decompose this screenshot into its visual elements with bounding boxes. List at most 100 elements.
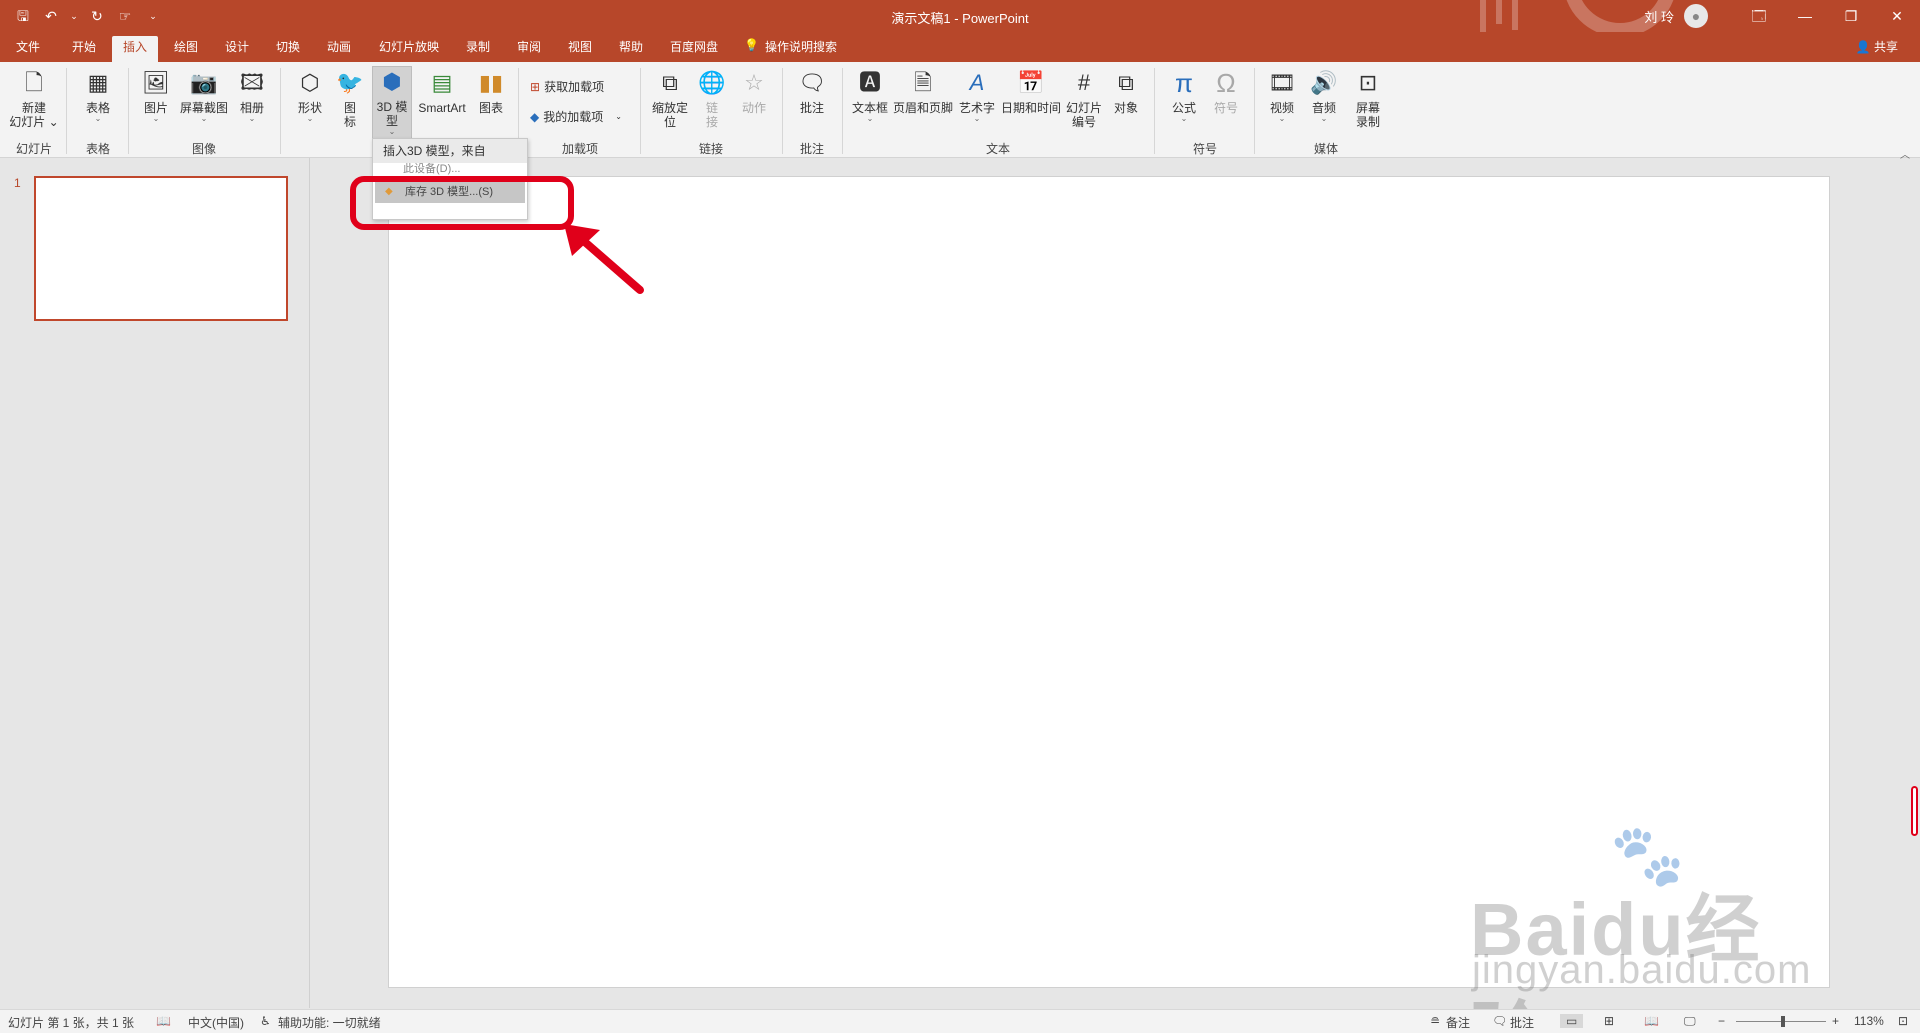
avatar[interactable]: ●	[1684, 4, 1708, 28]
baidu-watermark: 🐾 Baidu经验 jingyan.baidu.com	[1470, 820, 1830, 1033]
normal-view-icon[interactable]: ▭	[1560, 1014, 1584, 1028]
textbox-icon: 🅰	[858, 70, 881, 95]
object-icon: ⧉	[1118, 70, 1134, 95]
tab-baidu-netdisk[interactable]: 百度网盘	[662, 36, 726, 62]
smartart-button[interactable]: ▤ SmartArt	[414, 68, 470, 115]
slide-number-button[interactable]: # 幻灯片 编号	[1064, 68, 1104, 129]
collapse-ribbon-icon[interactable]: ︿	[1900, 146, 1910, 161]
object-button[interactable]: ⧉ 对象	[1106, 68, 1146, 115]
slide-count-status: 幻灯片 第 1 张，共 1 张	[8, 1016, 135, 1030]
screen-recording-button[interactable]: ⊡ 屏幕 录制	[1346, 68, 1390, 129]
tab-review[interactable]: 审阅	[509, 36, 549, 62]
tab-file[interactable]: 文件	[8, 36, 48, 62]
chart-button[interactable]: ▮▮ 图表	[472, 68, 510, 115]
new-slide-button[interactable]: 🗋 新建 幻灯片 ⌄	[8, 68, 60, 129]
accessibility-status[interactable]: 辅助功能: 一切就绪	[278, 1014, 381, 1031]
notes-button[interactable]: 备注	[1446, 1014, 1470, 1031]
notes-icon: ≘	[1430, 1014, 1441, 1028]
ribbon-display-options-icon[interactable]: 🗔	[1736, 0, 1782, 32]
bird-icon: 🐦	[336, 70, 364, 95]
pi-icon: π	[1175, 68, 1193, 98]
zoom-out-icon[interactable]: −	[1718, 1014, 1725, 1028]
tab-record[interactable]: 录制	[458, 36, 498, 62]
comments-icon: 🗨	[1492, 1014, 1508, 1028]
group-divider	[1154, 68, 1155, 154]
comment-button[interactable]: 🗨 批注	[790, 68, 834, 115]
shapes-button[interactable]: ⬡ 形状 ⌄	[290, 68, 330, 123]
vertical-scrollbar-thumb[interactable]	[1911, 786, 1918, 836]
chevron-down-icon: ⌄	[615, 112, 622, 121]
get-addins-button[interactable]: ⊞ 获取加载项	[530, 78, 604, 95]
close-icon[interactable]: ✕	[1874, 0, 1920, 32]
video-button[interactable]: 🎞 视频 ⌄	[1262, 68, 1302, 123]
symbol-label: 符号	[1213, 101, 1238, 115]
date-time-button[interactable]: 📅 日期和时间	[1000, 68, 1062, 115]
reading-view-icon[interactable]: 📖	[1644, 1014, 1659, 1028]
table-label: 表格	[85, 101, 110, 115]
my-addins-label: 我的加载项	[543, 110, 604, 124]
tab-transitions[interactable]: 切换	[268, 36, 308, 62]
slide-thumbnail[interactable]	[34, 176, 288, 321]
screenshot-button[interactable]: 📷 屏幕截图 ⌄	[176, 68, 232, 123]
photo-album-button[interactable]: 🖾 相册 ⌄	[232, 68, 272, 123]
tab-draw[interactable]: 绘图	[166, 36, 206, 62]
group-divider	[128, 68, 129, 154]
language-status[interactable]: 中文(中国)	[188, 1014, 244, 1031]
group-label-comments: 批注	[799, 142, 824, 156]
restore-icon[interactable]: ❐	[1828, 0, 1874, 32]
pictures-button[interactable]: 🖼 图片 ⌄	[136, 68, 176, 123]
tab-help[interactable]: 帮助	[611, 36, 651, 62]
comments-button[interactable]: 批注	[1510, 1014, 1534, 1031]
zoom-in-icon[interactable]: +	[1832, 1014, 1839, 1028]
textbox-button[interactable]: 🅰 文本框 ⌄	[850, 68, 890, 123]
tab-design[interactable]: 设计	[217, 36, 257, 62]
album-icon: 🖾	[240, 70, 264, 95]
share-button[interactable]: 👤 共享	[1856, 38, 1898, 55]
group-label-media: 媒体	[1313, 142, 1338, 156]
symbol-button[interactable]: Ω 符号	[1206, 68, 1246, 115]
shapes-icon: ⬡	[300, 70, 320, 95]
zoom-slider-handle[interactable]	[1781, 1016, 1785, 1027]
minimize-icon[interactable]: —	[1782, 0, 1828, 32]
header-footer-button[interactable]: 🗎 页眉和页脚	[892, 68, 954, 115]
tab-animations[interactable]: 动画	[319, 36, 359, 62]
slide-sorter-icon[interactable]: ⊞	[1604, 1014, 1614, 1028]
tell-me-search[interactable]: 💡 操作说明搜索	[744, 38, 837, 55]
group-label-images: 图像	[191, 142, 216, 156]
lightbulb-icon: 💡	[744, 38, 759, 52]
omega-icon: Ω	[1216, 68, 1236, 98]
tab-insert[interactable]: 插入	[112, 36, 158, 62]
dropdown-header: 插入3D 模型，来自	[373, 139, 527, 163]
zoom-button[interactable]: ⧉ 缩放定 位	[648, 68, 692, 129]
fit-to-window-icon[interactable]: ⊡	[1898, 1014, 1908, 1028]
pointer-arrow-icon	[564, 224, 644, 294]
audio-button[interactable]: 🔊 音频 ⌄	[1304, 68, 1344, 123]
shapes-label: 形状	[297, 101, 322, 115]
link-button[interactable]: 🌐 链 接	[694, 68, 730, 129]
slideshow-view-icon[interactable]: 🖵	[1684, 1014, 1696, 1029]
picture-icon: 🖼	[142, 70, 170, 95]
table-button[interactable]: ▦ 表格 ⌄	[74, 68, 122, 123]
chevron-down-icon: ⌄	[94, 114, 102, 123]
3d-models-label: 3D 模 型	[376, 100, 408, 128]
addins-icon: ◆	[530, 109, 540, 124]
equation-button[interactable]: π 公式 ⌄	[1164, 68, 1204, 123]
chevron-down-icon: ⌄	[200, 114, 208, 123]
spelling-check-icon[interactable]: 📖	[156, 1014, 171, 1028]
user-name[interactable]: 刘 玲	[1644, 7, 1674, 26]
video-icon: 🎞	[1268, 70, 1296, 95]
wordart-button[interactable]: A 艺术字 ⌄	[956, 68, 998, 123]
chevron-down-icon: ⌄	[1180, 114, 1188, 123]
tab-home[interactable]: 开始	[64, 36, 104, 62]
tab-slideshow[interactable]: 幻灯片放映	[374, 36, 444, 62]
3d-models-button[interactable]: ⬢ 3D 模 型 ⌄	[372, 66, 412, 140]
comment-icon: 🗨	[798, 70, 826, 95]
tab-view[interactable]: 视图	[560, 36, 600, 62]
chevron-down-icon: ⌄	[248, 114, 256, 123]
my-addins-button[interactable]: ◆ 我的加载项 ⌄	[530, 108, 622, 125]
zoom-level[interactable]: 113%	[1854, 1014, 1884, 1028]
star-icon: ☆	[744, 70, 764, 95]
icons-button[interactable]: 🐦 图 标	[334, 68, 366, 129]
action-button[interactable]: ☆ 动作	[734, 68, 774, 115]
accessibility-icon[interactable]: ♿	[260, 1014, 271, 1028]
